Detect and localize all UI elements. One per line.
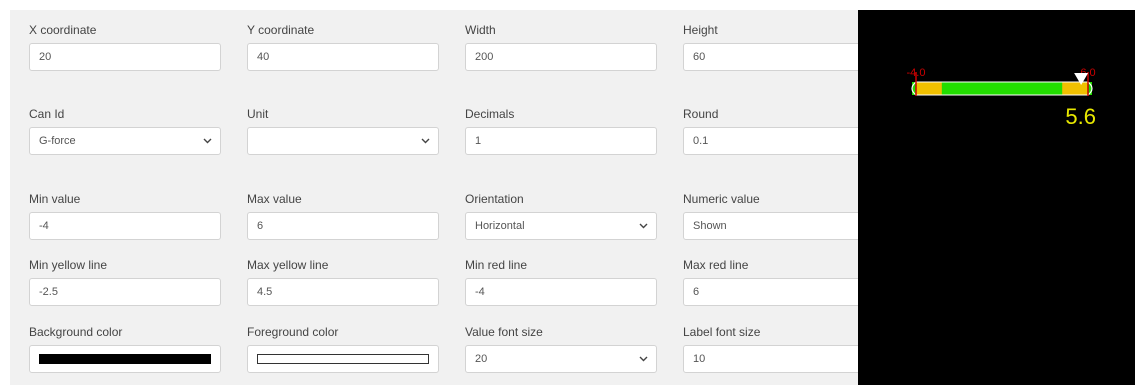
foreground-color-label: Foreground color: [247, 325, 339, 339]
background-color-label: Background color: [29, 325, 123, 339]
background-color-swatch: [39, 354, 211, 364]
min-value-input[interactable]: -4: [29, 212, 221, 240]
foreground-color-picker[interactable]: [247, 345, 439, 373]
chevron-down-icon: [203, 138, 212, 144]
min-red-line-input[interactable]: -4: [465, 278, 657, 306]
max-yellow-line-input[interactable]: 4.5: [247, 278, 439, 306]
gauge-yellow-zone-high: [1062, 82, 1088, 95]
value-font-size-select[interactable]: 20: [465, 345, 657, 373]
max-red-line-label: Max red line: [683, 258, 749, 272]
y-coordinate-input[interactable]: 40: [247, 43, 439, 71]
gauge-preview-panel: -4.0 6.0 5.6: [858, 10, 1135, 385]
x-coordinate-label: X coordinate: [29, 23, 97, 37]
orientation-select[interactable]: Horizontal: [465, 212, 657, 240]
gauge-min-label: -4.0: [907, 67, 926, 79]
decimals-label: Decimals: [465, 107, 515, 121]
x-coordinate-input[interactable]: 20: [29, 43, 221, 71]
numeric-value-label: Numeric value: [683, 192, 760, 206]
value-font-size-label: Value font size: [465, 325, 543, 339]
min-red-line-label: Min red line: [465, 258, 528, 272]
can-id-label: Can Id: [29, 107, 65, 121]
height-label: Height: [683, 23, 718, 37]
decimals-input[interactable]: 1: [465, 127, 657, 155]
gauge-yellow-zone-low: [916, 82, 942, 95]
width-label: Width: [465, 23, 496, 37]
gauge-preview: -4.0 6.0 5.6: [907, 67, 1096, 129]
max-yellow-line-label: Max yellow line: [247, 258, 329, 272]
gauge-settings-form: X coordinate 20 Y coordinate 40 Width 20…: [10, 10, 875, 385]
y-coordinate-label: Y coordinate: [247, 23, 315, 37]
min-yellow-line-label: Min yellow line: [29, 258, 108, 272]
round-input[interactable]: 0.1: [683, 127, 875, 155]
chevron-down-icon: [639, 223, 648, 229]
unit-select[interactable]: [247, 127, 439, 155]
label-font-size-label: Label font size: [683, 325, 761, 339]
round-label: Round: [683, 107, 719, 121]
numeric-value-select[interactable]: Shown: [683, 212, 875, 240]
can-id-select[interactable]: G-force: [29, 127, 221, 155]
background-color-picker[interactable]: [29, 345, 221, 373]
chevron-down-icon: [639, 356, 648, 362]
min-yellow-line-input[interactable]: -2.5: [29, 278, 221, 306]
orientation-label: Orientation: [465, 192, 524, 206]
max-value-input[interactable]: 6: [247, 212, 439, 240]
height-input[interactable]: 60: [683, 43, 875, 71]
min-value-label: Min value: [29, 192, 81, 206]
width-input[interactable]: 200: [465, 43, 657, 71]
gauge-value-text: 5.6: [1065, 104, 1096, 129]
chevron-down-icon: [421, 138, 430, 144]
max-red-line-input[interactable]: 6: [683, 278, 875, 306]
label-font-size-select[interactable]: 10: [683, 345, 875, 373]
unit-label: Unit: [247, 107, 269, 121]
foreground-color-swatch: [257, 354, 429, 364]
max-value-label: Max value: [247, 192, 302, 206]
